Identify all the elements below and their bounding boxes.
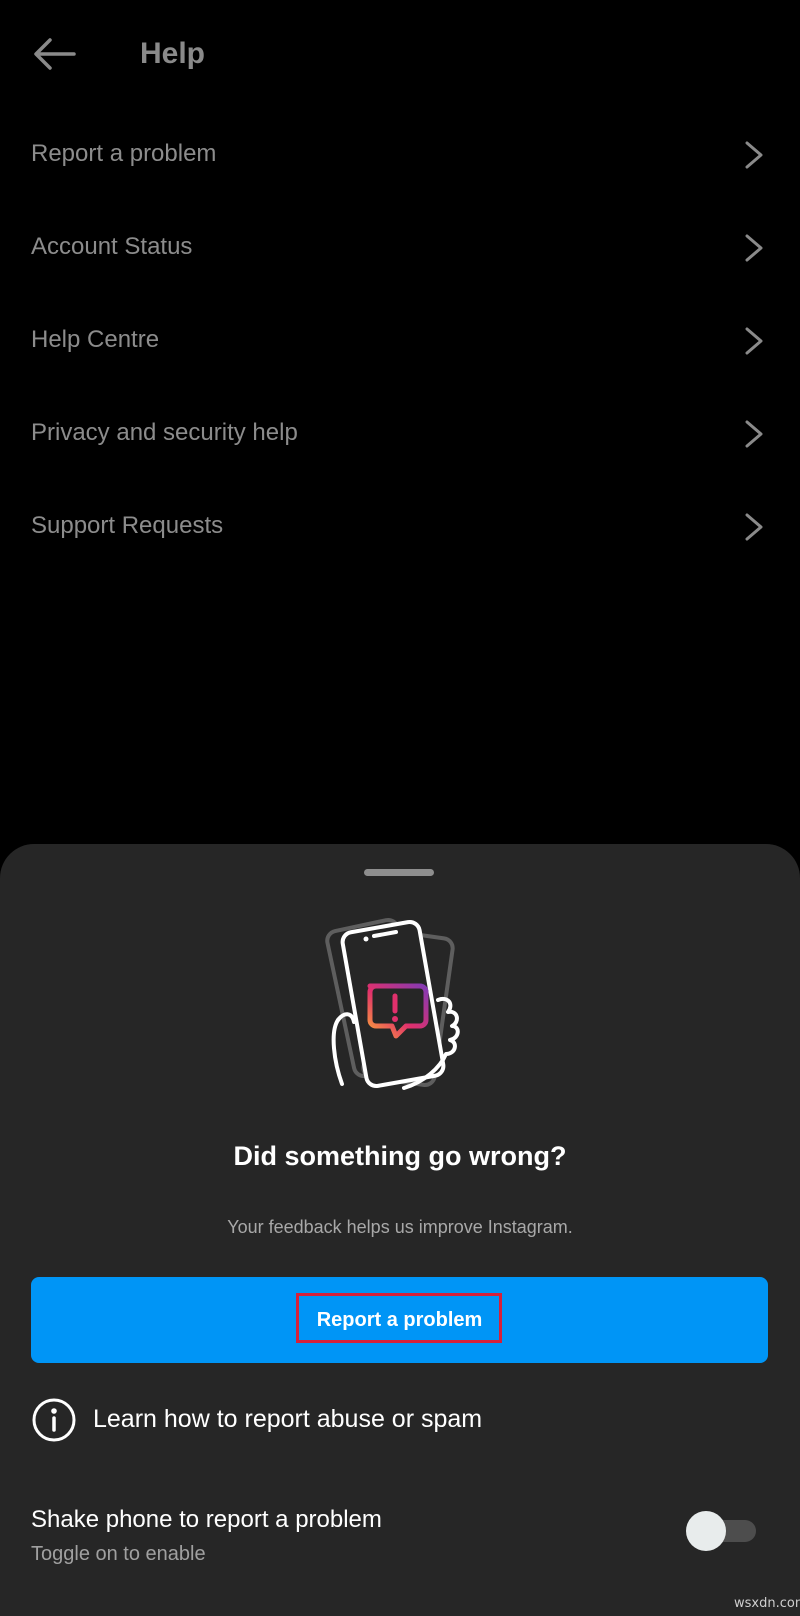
shake-subtitle: Toggle on to enable [31, 1543, 206, 1565]
chevron-right-icon [745, 420, 763, 448]
menu-item-label: Support Requests [31, 512, 224, 539]
sheet-title: Did something go wrong? [233, 1141, 567, 1171]
menu-item-label: Report a problem [31, 140, 217, 167]
sheet-subtitle: Your feedback helps us improve Instagram… [227, 1217, 573, 1237]
page-title: Help [140, 37, 206, 70]
chevron-right-icon [745, 234, 763, 262]
chevron-right-icon [745, 327, 763, 355]
menu-item-account-status[interactable]: Account Status [0, 201, 800, 294]
top-bar: Help [0, 0, 800, 108]
menu-item-label: Help Centre [31, 326, 160, 353]
watermark: wsxdn.com [734, 1596, 800, 1611]
menu-item-label: Account Status [31, 233, 193, 260]
back-button[interactable] [30, 32, 78, 80]
info-icon [32, 1398, 76, 1442]
menu-item-report-a-problem[interactable]: Report a problem [0, 108, 800, 201]
shake-to-report-row: Shake phone to report a problem Toggle o… [0, 1504, 800, 1594]
menu-item-support-requests[interactable]: Support Requests [0, 480, 800, 573]
sheet-grabber[interactable] [364, 869, 434, 876]
help-menu: Report a problem Account Status Help Cen… [0, 108, 800, 573]
menu-item-help-centre[interactable]: Help Centre [0, 294, 800, 387]
learn-link-label: Learn how to report abuse or spam [93, 1405, 483, 1433]
chevron-right-icon [745, 513, 763, 541]
menu-item-privacy-security-help[interactable]: Privacy and security help [0, 387, 800, 480]
report-problem-sheet: Did something go wrong? Your feedback he… [0, 844, 800, 1616]
shake-toggle[interactable] [686, 1511, 760, 1551]
learn-report-abuse-link[interactable]: Learn how to report abuse or spam [0, 1384, 800, 1454]
phone-alert-illustration [325, 917, 460, 1090]
menu-item-label: Privacy and security help [31, 419, 298, 446]
shake-title: Shake phone to report a problem [31, 1506, 382, 1533]
chevron-right-icon [745, 141, 763, 169]
arrow-left-icon [34, 38, 76, 70]
report-problem-button[interactable]: Report a problem [31, 1277, 768, 1363]
toggle-knob [686, 1511, 726, 1551]
highlight-annotation [296, 1293, 502, 1343]
